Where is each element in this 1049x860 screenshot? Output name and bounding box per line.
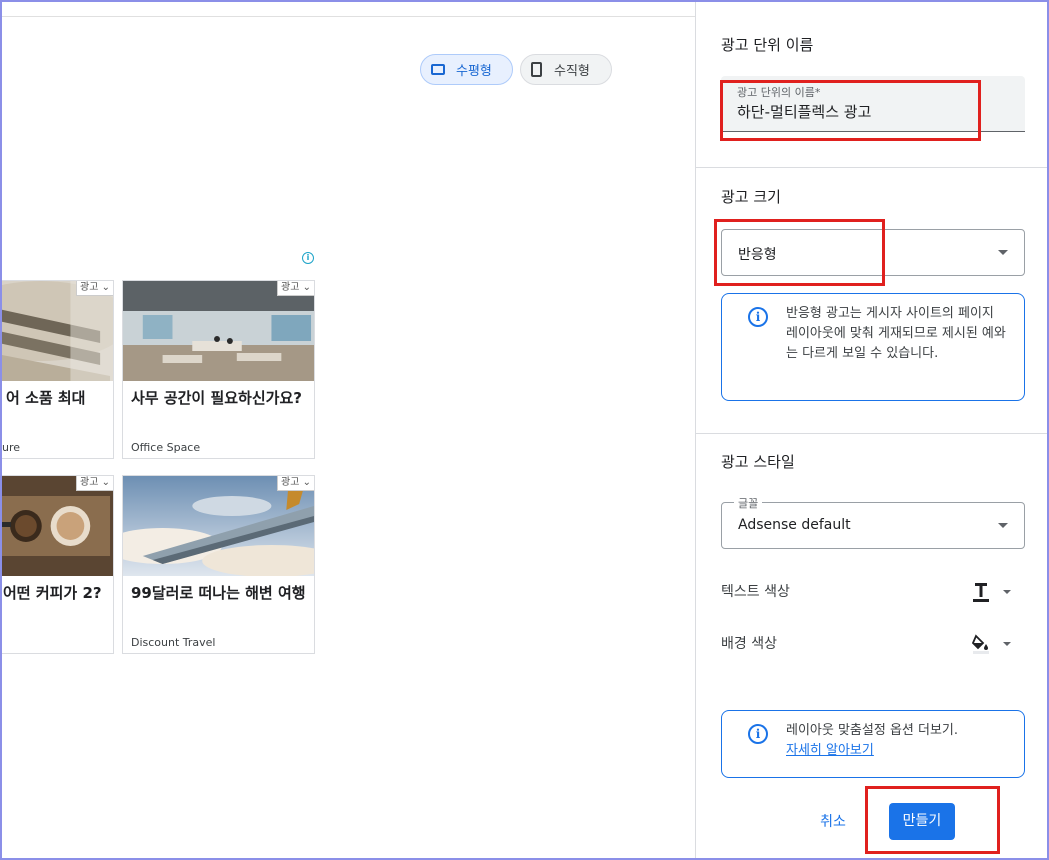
responsive-info-box: i 반응형 광고는 게시자 사이트의 페이지 레이아웃에 맞춰 게재되므로 제시…	[721, 293, 1025, 401]
ad-size-title: 광고 크기	[721, 188, 781, 206]
ad-unit-name-title: 광고 단위 이름	[721, 36, 814, 54]
horizontal-toggle[interactable]: 수평형	[420, 54, 513, 85]
ad-title: 어 소품 최대	[6, 389, 86, 407]
ad-card[interactable]: 광고 ⌄ 어 소품 최대 ure	[2, 280, 114, 459]
settings-panel: 광고 단위 이름 광고 단위의 이름* 하단-멀티플렉스 광고 광고 크기 반응…	[695, 2, 1047, 858]
ad-title: 사무 공간이 필요하신가요?	[131, 389, 302, 407]
ad-title: 어떤 커피가 2?	[3, 584, 102, 602]
paint-bucket-icon	[971, 634, 989, 654]
coffee-image	[2, 476, 113, 576]
ad-title: 99달러로 떠나는 해변 여행	[131, 584, 306, 602]
vertical-toggle[interactable]: 수직형	[520, 54, 612, 85]
ad-source: Office Space	[131, 441, 201, 454]
ad-style-title: 광고 스타일	[721, 453, 795, 471]
ad-preview-area: 수평형 수직형 i 광고 ⌄ 어 소품 최대 ure 광고 ⌄ 사무 공간이 필…	[2, 17, 694, 858]
text-color-icon	[973, 583, 989, 602]
layout-info-box: i 레이아웃 맞춤설정 옵션 더보기. 자세히 알아보기	[721, 710, 1025, 778]
ad-badge[interactable]: 광고 ⌄	[76, 281, 113, 296]
ad-size-value: 반응형	[738, 247, 777, 263]
bg-color-dropdown-icon[interactable]	[1003, 642, 1011, 646]
text-color-picker[interactable]	[972, 580, 990, 604]
horizontal-layout-icon	[431, 64, 445, 75]
pillows-image	[2, 281, 113, 381]
ad-unit-name-label: 광고 단위의 이름*	[737, 86, 821, 99]
ad-size-select[interactable]: 반응형	[721, 229, 1025, 276]
ad-card[interactable]: 광고 ⌄ 사무 공간이 필요하신가요? Office Space	[122, 280, 315, 459]
dropdown-arrow-icon	[998, 250, 1008, 255]
layout-info-text: 레이아웃 맞춤설정 옵션 더보기.	[786, 723, 959, 738]
airplane-image	[123, 476, 314, 576]
ad-unit-name-field[interactable]: 광고 단위의 이름* 하단-멀티플렉스 광고	[721, 76, 1025, 132]
vertical-label: 수직형	[554, 64, 590, 79]
font-select[interactable]: 글꼴 Adsense default	[721, 495, 1025, 549]
ad-source: Discount Travel	[131, 636, 216, 649]
horizontal-label: 수평형	[456, 64, 492, 79]
responsive-info-text: 반응형 광고는 게시자 사이트의 페이지 레이아웃에 맞춰 게재되므로 제시된 …	[786, 306, 1006, 361]
font-value: Adsense default	[738, 517, 851, 533]
text-color-label: 텍스트 색상	[721, 584, 790, 600]
dropdown-arrow-icon	[998, 523, 1008, 528]
ad-badge[interactable]: 광고 ⌄	[277, 476, 314, 491]
text-color-dropdown-icon[interactable]	[1003, 590, 1011, 594]
app-frame: 수평형 수직형 i 광고 ⌄ 어 소품 최대 ure 광고 ⌄ 사무 공간이 필…	[0, 0, 1049, 860]
vertical-layout-icon	[531, 62, 542, 77]
learn-more-link[interactable]: 자세히 알아보기	[786, 743, 874, 758]
layout-info-content: 레이아웃 맞춤설정 옵션 더보기. 자세히 알아보기	[786, 721, 1008, 761]
ad-card[interactable]: 광고 ⌄ 99달러로 떠나는 해변 여행 Discount Travel	[122, 475, 315, 654]
cancel-button[interactable]: 취소	[806, 810, 860, 834]
ad-badge[interactable]: 광고 ⌄	[277, 281, 314, 296]
info-icon: i	[748, 724, 768, 744]
bg-color-label: 배경 색상	[721, 636, 777, 652]
ad-badge[interactable]: 광고 ⌄	[76, 476, 113, 491]
ad-unit-name-value: 하단-멀티플렉스 광고	[737, 103, 872, 121]
font-legend: 글꼴	[734, 495, 763, 511]
ad-source: ure	[2, 441, 21, 454]
office-image	[123, 281, 314, 381]
section-divider	[696, 167, 1047, 168]
bg-color-picker[interactable]	[971, 632, 990, 656]
adchoices-icon[interactable]: i	[302, 252, 314, 264]
info-icon: i	[748, 307, 768, 327]
create-button[interactable]: 만들기	[889, 803, 955, 840]
section-divider	[696, 433, 1047, 434]
ad-card[interactable]: 광고 ⌄ 어떤 커피가 2?	[2, 475, 114, 654]
